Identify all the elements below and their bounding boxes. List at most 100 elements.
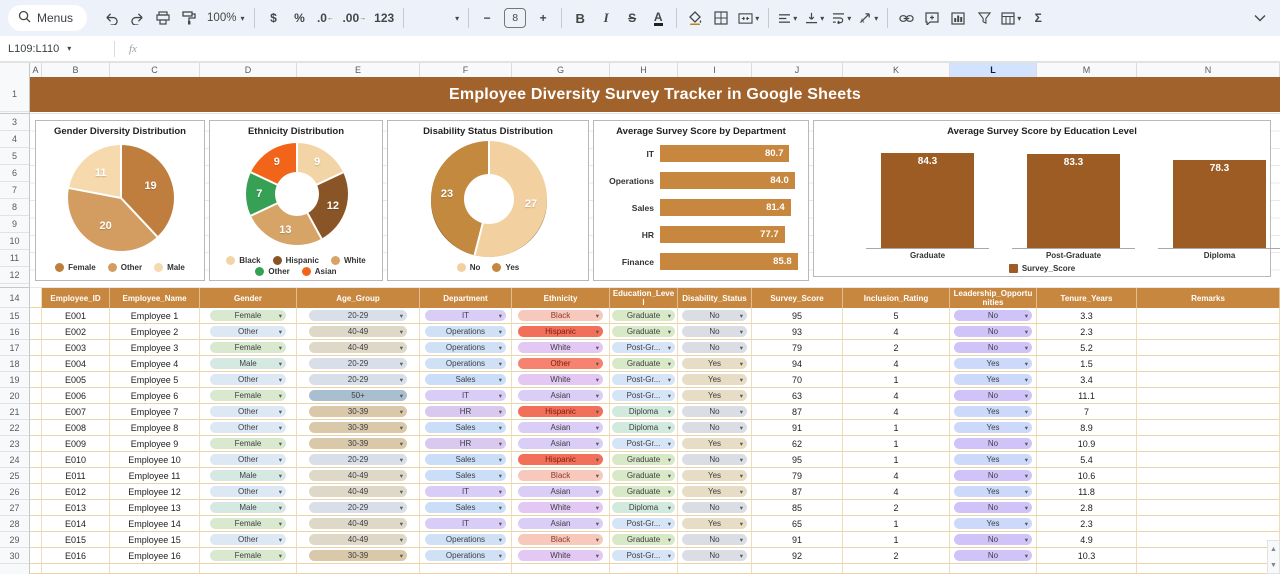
dropdown-pill[interactable]: Female▾ <box>210 438 286 449</box>
vertical-align-button[interactable]: ▾ <box>802 5 827 31</box>
cell[interactable]: 2.3 <box>1037 324 1137 340</box>
table-header-age_group[interactable]: Age_Group <box>297 288 420 308</box>
cell[interactable]: Employee 2 <box>110 324 200 340</box>
row-header-16[interactable]: 16 <box>0 324 29 340</box>
row-header-22[interactable]: 22 <box>0 420 29 436</box>
cell[interactable]: No▾ <box>950 308 1037 324</box>
table-header-ethnicity[interactable]: Ethnicity <box>512 288 610 308</box>
cell[interactable]: Black▾ <box>512 532 610 548</box>
dropdown-pill[interactable]: Other▾ <box>210 326 286 337</box>
cell[interactable]: E009 <box>42 436 110 452</box>
dropdown-pill[interactable]: Operations▾ <box>425 550 506 561</box>
cell[interactable]: Yes▾ <box>678 388 752 404</box>
dropdown-pill[interactable]: 30-39▾ <box>309 550 407 561</box>
chart-card-ethnicity[interactable]: Ethnicity Distribution9121379BlackHispan… <box>209 120 383 281</box>
borders-button[interactable] <box>709 5 733 31</box>
row-header-12[interactable]: 12 <box>0 267 29 284</box>
cell[interactable]: E001 <box>42 308 110 324</box>
cell[interactable]: Female▾ <box>200 308 297 324</box>
table-button[interactable]: ▾ <box>998 5 1024 31</box>
cell[interactable]: 50+▾ <box>297 388 420 404</box>
insert-chart-button[interactable] <box>946 5 970 31</box>
cell[interactable]: 2.8 <box>1037 500 1137 516</box>
cell[interactable]: Operations▾ <box>420 356 512 372</box>
cell[interactable]: Operations▾ <box>420 548 512 564</box>
dropdown-pill[interactable]: No▾ <box>954 502 1032 513</box>
table-header-disability_status[interactable]: Disability_Status <box>678 288 752 308</box>
column-header-J[interactable]: J <box>752 63 843 78</box>
decrease-font-size-button[interactable]: − <box>475 5 499 31</box>
dropdown-pill[interactable]: Asian▾ <box>518 438 603 449</box>
cell[interactable] <box>950 564 1037 574</box>
cell[interactable]: 3.3 <box>1037 308 1137 324</box>
row-header-25[interactable]: 25 <box>0 468 29 484</box>
cell[interactable]: No▾ <box>950 388 1037 404</box>
cell[interactable] <box>30 468 42 484</box>
cell[interactable]: Yes▾ <box>678 484 752 500</box>
cell[interactable]: 10.6 <box>1037 468 1137 484</box>
cell[interactable] <box>1137 308 1280 324</box>
dropdown-pill[interactable]: Sales▾ <box>425 470 506 481</box>
cell[interactable]: No▾ <box>678 420 752 436</box>
cell[interactable] <box>30 516 42 532</box>
dropdown-pill[interactable]: Asian▾ <box>518 390 603 401</box>
row-header-30[interactable]: 30 <box>0 548 29 564</box>
cell[interactable]: Male▾ <box>200 468 297 484</box>
cell[interactable]: 20-29▾ <box>297 372 420 388</box>
cell[interactable]: Other▾ <box>200 324 297 340</box>
cell[interactable]: 87 <box>752 404 843 420</box>
dropdown-pill[interactable]: 40-49▾ <box>309 326 407 337</box>
cell[interactable]: Other▾ <box>512 356 610 372</box>
column-header-H[interactable]: H <box>610 63 678 78</box>
dropdown-pill[interactable]: No▾ <box>682 310 747 321</box>
dropdown-pill[interactable]: Post-Gr...▾ <box>612 438 675 449</box>
cell[interactable]: 95 <box>752 452 843 468</box>
cell[interactable] <box>420 564 512 574</box>
dropdown-pill[interactable]: 50+▾ <box>309 390 407 401</box>
cell[interactable]: White▾ <box>512 548 610 564</box>
cell[interactable]: Employee 8 <box>110 420 200 436</box>
row-header-15[interactable]: 15 <box>0 308 29 324</box>
text-wrap-button[interactable]: ▾ <box>829 5 854 31</box>
cell[interactable]: Asian▾ <box>512 420 610 436</box>
cell[interactable]: IT▾ <box>420 516 512 532</box>
dropdown-pill[interactable]: Yes▾ <box>954 374 1032 385</box>
column-header-F[interactable]: F <box>420 63 512 78</box>
cell[interactable]: Yes▾ <box>950 420 1037 436</box>
cell[interactable] <box>30 404 42 420</box>
cell[interactable]: 8.9 <box>1037 420 1137 436</box>
cell[interactable]: 11.1 <box>1037 388 1137 404</box>
cell[interactable]: Other▾ <box>200 452 297 468</box>
cell[interactable]: 1 <box>843 452 950 468</box>
cell[interactable]: 20-29▾ <box>297 308 420 324</box>
cell[interactable]: No▾ <box>678 324 752 340</box>
dropdown-pill[interactable]: Yes▾ <box>682 438 747 449</box>
cell[interactable]: 5.4 <box>1037 452 1137 468</box>
dropdown-pill[interactable]: IT▾ <box>425 518 506 529</box>
vertical-scrollbar[interactable]: ▲▼ <box>1267 540 1280 574</box>
cell[interactable]: Employee 9 <box>110 436 200 452</box>
cell[interactable]: Graduate▾ <box>610 532 678 548</box>
row-header-20[interactable]: 20 <box>0 388 29 404</box>
cell[interactable] <box>30 452 42 468</box>
cell[interactable]: Post-Gr...▾ <box>610 516 678 532</box>
column-header-K[interactable]: K <box>843 63 950 78</box>
dropdown-pill[interactable]: Sales▾ <box>425 374 506 385</box>
cell[interactable]: 30-39▾ <box>297 404 420 420</box>
cell[interactable]: Diploma▾ <box>610 404 678 420</box>
cell[interactable]: 40-49▾ <box>297 324 420 340</box>
dropdown-pill[interactable]: White▾ <box>518 342 603 353</box>
cell[interactable]: 1 <box>843 420 950 436</box>
cell[interactable]: 4 <box>843 388 950 404</box>
cell[interactable]: Sales▾ <box>420 420 512 436</box>
cell[interactable]: E013 <box>42 500 110 516</box>
row-header-6[interactable]: 6 <box>0 165 29 182</box>
table-header-remarks[interactable]: Remarks <box>1137 288 1280 308</box>
dropdown-pill[interactable]: Female▾ <box>210 518 286 529</box>
cell[interactable]: Black▾ <box>512 468 610 484</box>
strikethrough-button[interactable]: S <box>620 5 644 31</box>
cell[interactable]: 79 <box>752 340 843 356</box>
cell[interactable]: 4.9 <box>1037 532 1137 548</box>
cell[interactable]: 5 <box>843 308 950 324</box>
cell[interactable]: No▾ <box>950 532 1037 548</box>
